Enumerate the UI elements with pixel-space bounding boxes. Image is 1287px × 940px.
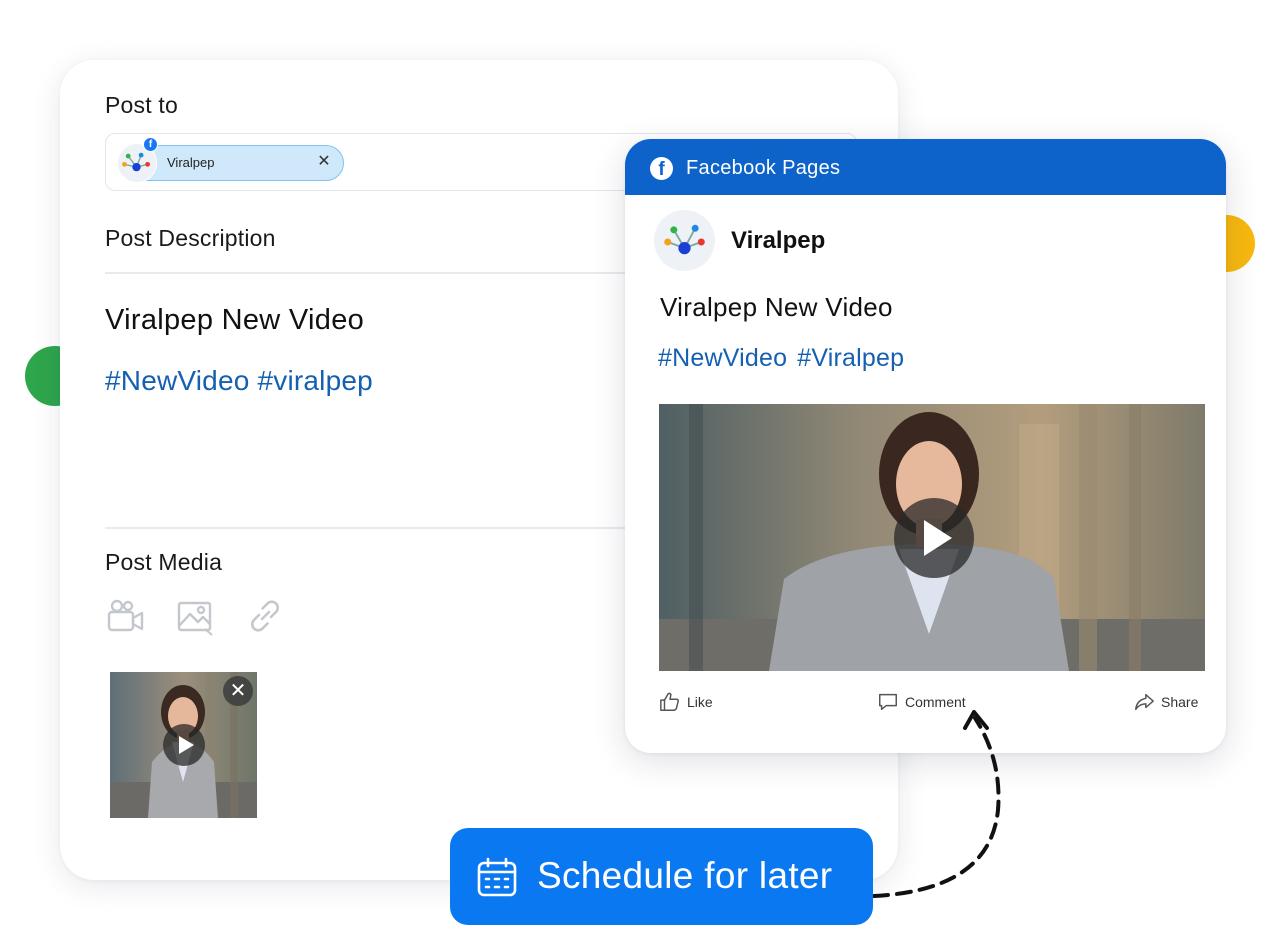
post-description-label: Post Description xyxy=(105,225,276,251)
hashtag-link[interactable]: #NewVideo xyxy=(658,344,787,372)
facebook-logo-icon: f xyxy=(650,157,673,180)
share-button[interactable]: Share xyxy=(1133,691,1198,713)
post-to-label: Post to xyxy=(105,92,178,118)
play-icon[interactable] xyxy=(163,724,205,766)
like-button[interactable]: Like xyxy=(659,691,713,713)
divider xyxy=(105,272,665,274)
share-icon xyxy=(1135,693,1154,711)
play-icon[interactable] xyxy=(894,498,974,578)
divider xyxy=(105,527,665,529)
image-icon[interactable] xyxy=(175,596,215,636)
account-chip-label: Viralpep xyxy=(167,155,215,170)
link-icon[interactable] xyxy=(245,596,285,636)
post-media-label: Post Media xyxy=(105,549,223,575)
schedule-for-later-button[interactable]: Schedule for later xyxy=(450,828,873,925)
account-chip[interactable]: f Viralpep ✕ xyxy=(117,137,344,183)
facebook-badge-icon: f xyxy=(143,137,158,152)
page-name[interactable]: Viralpep xyxy=(731,227,825,255)
thumbs-up-icon xyxy=(660,692,679,711)
media-thumbnail[interactable]: ✕ xyxy=(110,672,257,818)
dashed-arrow-icon xyxy=(872,710,1001,898)
description-hashtags-text[interactable]: #NewVideo #viralpep xyxy=(105,365,373,397)
preview-header: f Facebook Pages xyxy=(625,139,1226,195)
video-camera-icon[interactable] xyxy=(105,596,145,636)
preview-header-title: Facebook Pages xyxy=(686,157,841,179)
description-title-text[interactable]: Viralpep New Video xyxy=(105,304,364,337)
like-label: Like xyxy=(687,694,713,710)
schedule-button-label: Schedule for later xyxy=(537,855,833,896)
media-toolbar xyxy=(105,596,285,636)
hashtag-link[interactable]: #Viralpep xyxy=(797,344,904,372)
remove-account-button[interactable]: ✕ xyxy=(315,153,333,171)
facebook-preview-card: f Facebook Pages Viralpep Viralpep New V… xyxy=(625,139,1226,753)
remove-media-button[interactable]: ✕ xyxy=(223,676,253,706)
viralpep-logo-icon xyxy=(664,224,705,255)
preview-video[interactable] xyxy=(659,404,1205,671)
share-label: Share xyxy=(1161,694,1199,710)
preview-post-title: Viralpep New Video xyxy=(660,292,893,322)
calendar-icon xyxy=(477,857,517,897)
preview-hashtags: #NewVideo #Viralpep xyxy=(658,344,914,373)
page-avatar xyxy=(654,210,715,271)
